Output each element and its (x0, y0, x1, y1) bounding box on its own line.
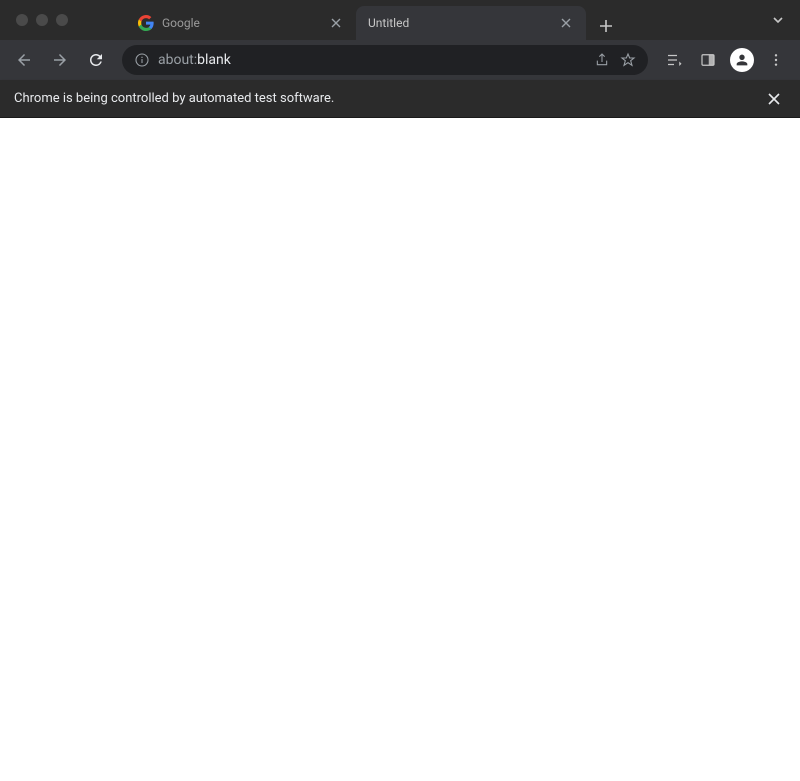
window-close-button[interactable] (16, 14, 28, 26)
close-icon[interactable] (762, 87, 786, 111)
avatar-icon (730, 48, 754, 72)
tab-title: Untitled (368, 16, 558, 30)
window-minimize-button[interactable] (36, 14, 48, 26)
bookmark-star-icon[interactable] (620, 52, 636, 68)
page-content (0, 118, 800, 781)
new-tab-button[interactable] (592, 12, 620, 40)
close-icon[interactable] (558, 15, 574, 31)
tab-strip: Google Untitled (126, 0, 764, 40)
automation-infobar: Chrome is being controlled by automated … (0, 80, 800, 118)
reading-list-icon[interactable] (658, 44, 690, 76)
site-info-icon[interactable] (134, 52, 150, 68)
tab-list-dropdown[interactable] (764, 6, 792, 34)
forward-button[interactable] (44, 44, 76, 76)
tab-google[interactable]: Google (126, 6, 356, 40)
google-favicon-icon (138, 15, 154, 31)
menu-button[interactable] (760, 44, 792, 76)
address-bar[interactable]: about:blank (122, 45, 648, 75)
window-controls (8, 14, 76, 26)
tab-title: Google (162, 16, 328, 30)
back-button[interactable] (8, 44, 40, 76)
close-icon[interactable] (328, 15, 344, 31)
window-titlebar: Google Untitled (0, 0, 800, 40)
reload-button[interactable] (80, 44, 112, 76)
side-panel-icon[interactable] (692, 44, 724, 76)
url-text: about:blank (158, 52, 586, 68)
share-icon[interactable] (594, 52, 610, 68)
tab-untitled[interactable]: Untitled (356, 6, 586, 40)
toolbar: about:blank (0, 40, 800, 80)
window-maximize-button[interactable] (56, 14, 68, 26)
profile-button[interactable] (726, 44, 758, 76)
infobar-message: Chrome is being controlled by automated … (14, 91, 334, 106)
